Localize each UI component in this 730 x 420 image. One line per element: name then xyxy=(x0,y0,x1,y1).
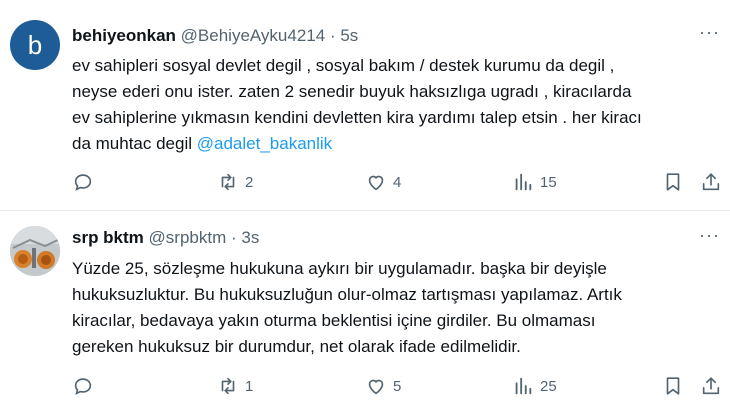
user-handle[interactable]: @BehiyeAyku4214 xyxy=(181,26,326,45)
separator: · xyxy=(230,228,237,247)
tweet-header: behiyeonkan @BehiyeAyku4214 · 5s xyxy=(72,26,358,46)
tweet-text-line: neyse ederi onu ister. zaten 2 senedir b… xyxy=(72,82,632,101)
tweet-text-line: kiracılar, bedavaya yakın oturma beklent… xyxy=(72,311,596,330)
like-icon xyxy=(368,175,384,191)
separator: · xyxy=(329,26,336,45)
retweet-button[interactable]: 1 xyxy=(217,375,253,397)
share-icon xyxy=(702,173,720,191)
display-name[interactable]: srp bktm xyxy=(72,228,144,247)
reply-icon xyxy=(74,378,92,395)
avatar-image xyxy=(10,226,60,276)
views-icon xyxy=(515,377,532,395)
tweet-text-line: gereken hukuksuz bir durumdur, net olara… xyxy=(72,337,521,356)
avatar[interactable]: b xyxy=(10,20,60,70)
bookmark-button[interactable] xyxy=(662,171,684,193)
tweet-header: srp bktm @srpbktm · 3s xyxy=(72,228,259,248)
action-bar: 1 5 25 xyxy=(72,375,722,399)
more-dots-icon[interactable]: ··· xyxy=(699,22,720,43)
like-count: 4 xyxy=(393,173,402,191)
tweet[interactable]: srp bktm @srpbktm · 3s ··· Yüzde 25, söz… xyxy=(0,211,730,420)
retweet-button[interactable]: 2 xyxy=(217,171,253,193)
tweet-text-line: hukuksuzluktur. Bu hukuksuzluğun olur-ol… xyxy=(72,285,622,304)
bookmark-icon xyxy=(666,377,680,395)
tweet-text-line: da muhtac degil @adalet_bakanlik xyxy=(72,131,722,157)
retweet-icon xyxy=(221,173,235,191)
user-handle[interactable]: @srpbktm xyxy=(149,228,227,247)
timestamp[interactable]: 3s xyxy=(241,228,259,247)
retweet-count: 1 xyxy=(245,377,254,395)
mention-link[interactable]: @adalet_bakanlik xyxy=(197,134,332,153)
share-button[interactable] xyxy=(700,171,722,193)
tweet[interactable]: b behiyeonkan @BehiyeAyku4214 · 5s ··· e… xyxy=(0,0,730,210)
share-icon xyxy=(702,377,720,395)
like-button[interactable]: 5 xyxy=(365,375,401,397)
like-icon xyxy=(368,379,384,395)
tweet-text-line: Yüzde 25, sözleşme hukukuna aykırı bir u… xyxy=(72,259,607,278)
reply-icon xyxy=(74,174,92,191)
tweet-text: Yüzde 25, sözleşme hukukuna aykırı bir u… xyxy=(72,256,722,360)
views-icon xyxy=(515,173,532,191)
bookmark-button[interactable] xyxy=(662,375,684,397)
like-count: 5 xyxy=(393,377,402,395)
reply-button[interactable] xyxy=(72,375,100,397)
tweet-text-segment: da muhtac degil xyxy=(72,134,197,153)
bookmark-icon xyxy=(666,173,680,191)
avatar-letter: b xyxy=(27,29,43,60)
views-button[interactable]: 15 xyxy=(512,171,557,193)
reply-button[interactable] xyxy=(72,171,100,193)
like-button[interactable]: 4 xyxy=(365,171,401,193)
avatar[interactable] xyxy=(10,226,60,276)
tweet-text: ev sahipleri sosyal devlet degil , sosya… xyxy=(72,53,722,157)
tweet-text-line: ev sahipleri sosyal devlet degil , sosya… xyxy=(72,56,615,75)
retweet-icon xyxy=(221,377,235,395)
action-bar: 2 4 15 xyxy=(72,171,722,195)
tweet-text-line: ev sahiplerine yıkmasın kendini devlette… xyxy=(72,108,642,127)
share-button[interactable] xyxy=(700,375,722,397)
more-dots-icon[interactable]: ··· xyxy=(699,225,720,246)
views-button[interactable]: 25 xyxy=(512,375,557,397)
views-count: 15 xyxy=(540,173,557,191)
retweet-count: 2 xyxy=(245,173,254,191)
views-count: 25 xyxy=(540,377,557,395)
timestamp[interactable]: 5s xyxy=(340,26,358,45)
display-name[interactable]: behiyeonkan xyxy=(72,26,176,45)
